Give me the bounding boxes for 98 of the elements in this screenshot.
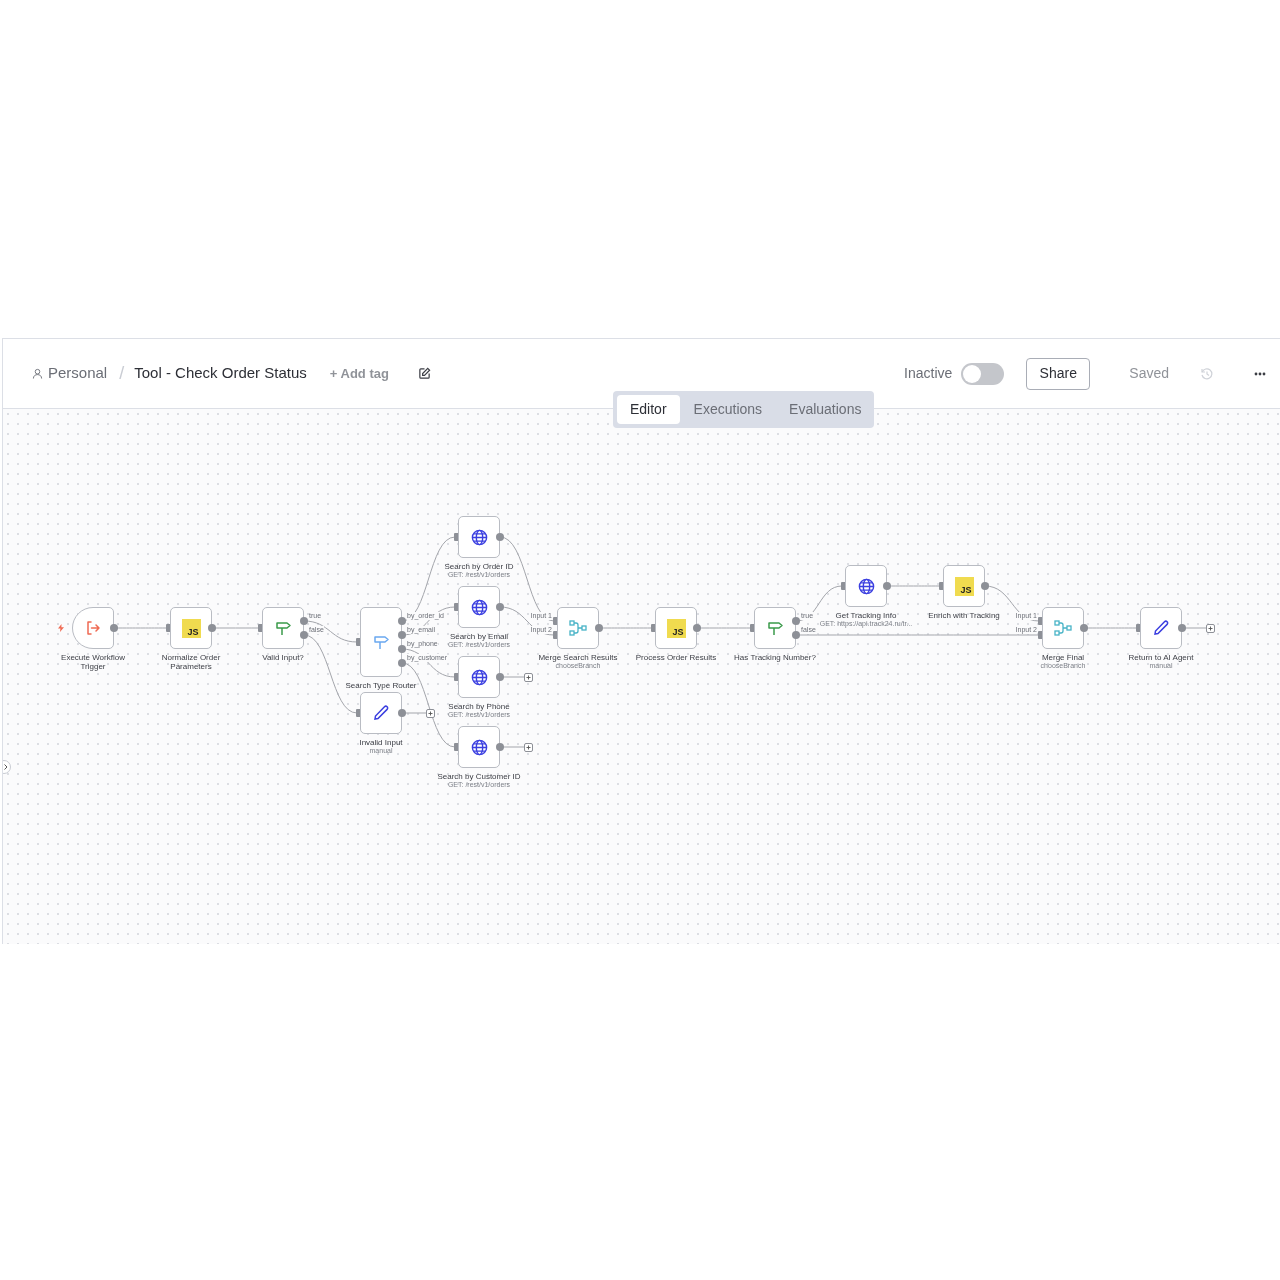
node-label: Normalize Order Parameters bbox=[161, 653, 221, 671]
input-handle[interactable] bbox=[651, 624, 655, 632]
signpost-icon bbox=[372, 634, 390, 650]
workflow-node[interactable] bbox=[360, 607, 402, 677]
pencil-icon bbox=[1153, 620, 1169, 636]
workflow-node[interactable] bbox=[754, 607, 796, 649]
output-handle[interactable] bbox=[208, 624, 216, 632]
node-label: Has Tracking Number? bbox=[733, 653, 817, 662]
input-handle[interactable] bbox=[939, 582, 943, 590]
output-handle[interactable] bbox=[110, 624, 118, 632]
workflow-node[interactable] bbox=[458, 656, 500, 698]
edit-description-button[interactable] bbox=[417, 367, 431, 380]
breadcrumb-separator: / bbox=[119, 362, 125, 385]
workflow-node[interactable] bbox=[360, 692, 402, 734]
output-handle[interactable] bbox=[595, 624, 603, 632]
output-handle[interactable] bbox=[693, 624, 701, 632]
workflow-node[interactable] bbox=[262, 607, 304, 649]
person-icon bbox=[32, 368, 43, 379]
output-handle[interactable] bbox=[496, 743, 504, 751]
output-handle[interactable] bbox=[883, 582, 891, 590]
input-handle[interactable] bbox=[454, 603, 458, 611]
exit-arrow-icon bbox=[85, 620, 101, 636]
share-button[interactable]: Share bbox=[1026, 357, 1091, 390]
node-label: Return to AI Agent bbox=[1127, 653, 1195, 662]
history-icon bbox=[1200, 366, 1214, 381]
branch-icon bbox=[1054, 620, 1072, 636]
view-tab[interactable]: Evaluations bbox=[776, 395, 875, 424]
add-node-button[interactable] bbox=[1206, 623, 1215, 633]
workflow-node[interactable] bbox=[845, 565, 887, 607]
add-node-button[interactable] bbox=[524, 672, 533, 682]
globe-icon bbox=[470, 598, 488, 616]
node-label: Search by Phone bbox=[447, 702, 511, 711]
lightning-icon bbox=[58, 624, 64, 632]
workflow-node[interactable] bbox=[458, 516, 500, 558]
output-handle[interactable] bbox=[981, 582, 989, 590]
node-label: Search by Customer ID bbox=[436, 772, 522, 781]
output-handle[interactable] bbox=[496, 673, 504, 681]
project-link[interactable]: Personal bbox=[48, 362, 108, 385]
add-node-button[interactable] bbox=[524, 742, 533, 752]
node-label: Search Type Router bbox=[344, 681, 418, 690]
workflow-node[interactable] bbox=[557, 607, 599, 649]
more-icon bbox=[1254, 371, 1266, 376]
plus-icon bbox=[526, 744, 531, 750]
node-label: Invalid Input bbox=[358, 738, 404, 747]
workflow-node[interactable]: JS bbox=[943, 565, 985, 607]
input-handle[interactable] bbox=[356, 638, 360, 646]
node-label: Merge Final bbox=[1040, 653, 1086, 662]
view-tab[interactable]: Editor bbox=[617, 395, 680, 424]
globe-icon bbox=[857, 577, 875, 595]
globe-icon bbox=[470, 668, 488, 686]
input-handle[interactable] bbox=[841, 582, 845, 590]
node-label: Merge Search Results bbox=[537, 653, 619, 662]
signpost-icon bbox=[766, 620, 784, 636]
output-handle[interactable] bbox=[1178, 624, 1186, 632]
chevron-icon bbox=[4, 764, 8, 770]
workflow-node[interactable] bbox=[1042, 607, 1084, 649]
branch-icon bbox=[569, 620, 587, 636]
input-handle[interactable] bbox=[454, 533, 458, 541]
input-handle[interactable] bbox=[258, 624, 262, 632]
workflow-node[interactable] bbox=[458, 586, 500, 628]
output-handle[interactable] bbox=[1080, 624, 1088, 632]
more-button[interactable] bbox=[1254, 371, 1266, 376]
input-handle[interactable] bbox=[356, 709, 360, 717]
input-handle[interactable] bbox=[454, 673, 458, 681]
js-logo: JS bbox=[181, 618, 201, 638]
add-node-button[interactable] bbox=[426, 708, 435, 718]
js-logo: JS bbox=[954, 576, 974, 596]
workflow-node[interactable] bbox=[458, 726, 500, 768]
output-handle[interactable] bbox=[496, 603, 504, 611]
activation-label: Inactive bbox=[904, 364, 953, 383]
view-tab[interactable]: Executions bbox=[680, 395, 776, 424]
input-handle[interactable] bbox=[454, 743, 458, 751]
plus-icon bbox=[428, 710, 433, 716]
input-handle[interactable] bbox=[1136, 624, 1140, 632]
workflow-node[interactable] bbox=[72, 607, 114, 649]
active-toggle[interactable] bbox=[961, 362, 1005, 385]
input-handle[interactable] bbox=[166, 624, 170, 632]
js-logo: JS bbox=[666, 618, 686, 638]
save-status: Saved bbox=[1129, 364, 1169, 383]
node-label: Valid Input? bbox=[261, 653, 305, 662]
node-label: Search by Email bbox=[448, 632, 510, 641]
plus-icon bbox=[526, 674, 531, 680]
plus-icon bbox=[1208, 625, 1213, 631]
workflow-name[interactable]: Tool - Check Order Status bbox=[134, 362, 307, 385]
globe-icon bbox=[470, 738, 488, 756]
output-handle[interactable] bbox=[398, 709, 406, 717]
globe-icon bbox=[470, 528, 488, 546]
workflow-node[interactable] bbox=[1140, 607, 1182, 649]
workflow-node[interactable]: JS bbox=[655, 607, 697, 649]
workflow-node[interactable]: JS bbox=[170, 607, 212, 649]
input-handle[interactable] bbox=[750, 624, 754, 632]
pencil-icon bbox=[373, 705, 389, 721]
signpost-icon bbox=[274, 620, 292, 636]
node-label: Search by Order ID bbox=[443, 562, 515, 571]
node-label: Process Order Results bbox=[634, 653, 718, 662]
edit-icon bbox=[417, 367, 431, 380]
node-label: Execute Workflow Trigger bbox=[60, 653, 126, 671]
output-handle[interactable] bbox=[496, 533, 504, 541]
